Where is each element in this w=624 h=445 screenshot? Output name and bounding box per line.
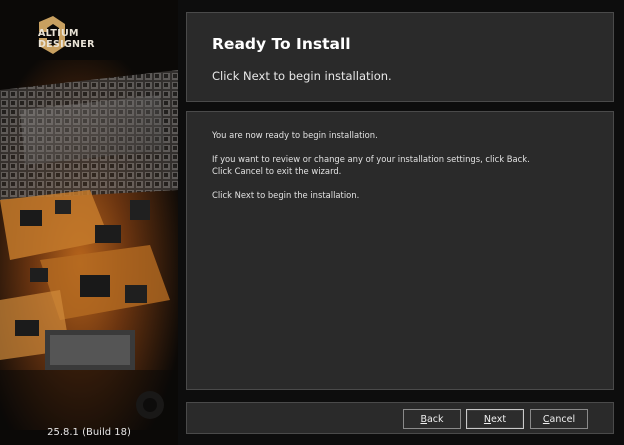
ready-text: You are now ready to begin installation.	[212, 130, 378, 140]
cancel-button[interactable]: Cancel	[530, 409, 588, 429]
page-title: Ready To Install	[212, 35, 351, 53]
next-label-rest: ext	[491, 413, 507, 425]
next-button[interactable]: Next	[466, 409, 524, 429]
next-text: Click Next to begin the installation.	[212, 190, 360, 200]
next-mnemonic: N	[483, 413, 492, 425]
page-subtitle: Click Next to begin installation.	[212, 69, 392, 83]
back-button[interactable]: Back	[403, 409, 461, 429]
cancel-mnemonic: C	[542, 413, 550, 425]
pcb-illustration	[0, 0, 178, 445]
brand-line2: DESIGNER	[38, 39, 95, 50]
version-label: 25.8.1 (Build 18)	[47, 427, 131, 438]
side-banner: ALTIUM DESIGNER 25.8.1 (Build 18)	[0, 0, 178, 445]
cancel-text: Click Cancel to exit the wizard.	[212, 166, 342, 176]
button-bar: Back Next Cancel	[186, 402, 614, 434]
content-panel: You are now ready to begin installation.…	[186, 111, 614, 390]
brand-line1: ALTIUM	[38, 28, 79, 39]
review-text: If you want to review or change any of y…	[212, 154, 530, 164]
cancel-label-rest: ancel	[549, 413, 576, 425]
header-panel: Ready To Install Click Next to begin ins…	[186, 12, 614, 102]
brand-name: ALTIUM DESIGNER	[38, 28, 95, 50]
back-label-rest: ack	[426, 413, 444, 425]
